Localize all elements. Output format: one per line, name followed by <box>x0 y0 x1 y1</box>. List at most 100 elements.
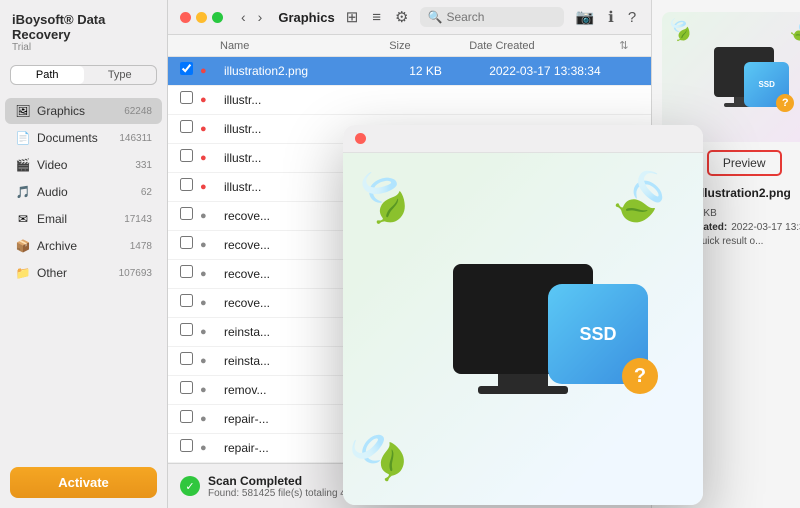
table-row[interactable]: ● illustration2.png 12 KB 2022-03-17 13:… <box>168 57 651 86</box>
sidebar-item-video[interactable]: 🎬 Video 331 <box>5 152 162 178</box>
col-name-header: Name <box>220 40 389 52</box>
file-checkbox-10[interactable] <box>180 352 200 370</box>
sidebar-item-label-audio: Audio <box>37 185 141 199</box>
file-type-icon: ● <box>200 65 220 77</box>
other-icon: 📁 <box>15 265 31 281</box>
file-checkbox-3[interactable] <box>180 149 200 167</box>
toolbar: ‹ › Graphics ⊞ ≡ ⚙ 🔍 📷 ℹ ? <box>168 0 651 35</box>
ssd-icon: SSD ? <box>548 284 648 384</box>
sidebar-activate: Activate <box>10 467 157 498</box>
popup-header <box>343 125 703 153</box>
app-title: iBoysoft® Data Recovery <box>12 12 155 42</box>
file-checkbox-0[interactable] <box>180 62 200 80</box>
col-size-header: Size <box>389 40 469 52</box>
sidebar-item-label-other: Other <box>37 266 119 280</box>
file-list-header: Name Size Date Created ⇅ <box>168 35 651 57</box>
file-checkbox-8[interactable] <box>180 294 200 312</box>
leaf-tr-icon: 🍃 <box>784 12 800 48</box>
sidebar-item-count-video: 331 <box>135 160 152 171</box>
file-checkbox-2[interactable] <box>180 120 200 138</box>
file-type-icon: ● <box>200 384 220 396</box>
grid-view-icon[interactable]: ⊞ <box>343 6 362 28</box>
back-button[interactable]: ‹ <box>237 7 250 27</box>
search-icon: 🔍 <box>428 10 443 24</box>
file-checkbox-5[interactable] <box>180 207 200 225</box>
file-name: illustr... <box>224 93 409 107</box>
file-checkbox-11[interactable] <box>180 381 200 399</box>
file-checkbox-13[interactable] <box>180 439 200 457</box>
sidebar-item-count-other: 107693 <box>119 268 152 279</box>
sidebar: iBoysoft® Data Recovery Trial Path Type … <box>0 0 168 508</box>
sidebar-item-documents[interactable]: 📄 Documents 146311 <box>5 125 162 151</box>
sidebar-item-label-video: Video <box>37 158 135 172</box>
sort-icon[interactable]: ⇅ <box>619 39 639 52</box>
file-checkbox-6[interactable] <box>180 236 200 254</box>
file-type-icon: ● <box>200 355 220 367</box>
leaf-tl-icon: 🍃 <box>663 12 700 48</box>
sidebar-item-label-graphics: Graphics <box>37 104 124 118</box>
maximize-icon[interactable] <box>212 12 223 23</box>
toolbar-title: Graphics <box>274 10 334 25</box>
file-date: 2022-03-17 13:38:34 <box>489 64 639 78</box>
date-value: 2022-03-17 13:38:34 <box>731 222 800 233</box>
preview-button[interactable]: Preview <box>707 150 782 176</box>
close-icon[interactable] <box>180 12 191 23</box>
sidebar-item-other[interactable]: 📁 Other 107693 <box>5 260 162 286</box>
search-input[interactable] <box>446 10 556 24</box>
sidebar-item-audio[interactable]: 🎵 Audio 62 <box>5 179 162 205</box>
leaf-topright-icon: 🍃 <box>600 156 683 238</box>
toolbar-icons: ⊞ ≡ ⚙ 🔍 📷 ℹ ? <box>343 6 639 28</box>
sidebar-item-count-archive: 1478 <box>130 241 152 252</box>
filter-icon[interactable]: ⚙ <box>392 6 411 28</box>
table-row[interactable]: ● illustr... <box>168 86 651 115</box>
traffic-lights <box>180 12 223 23</box>
preview-filename: illustration2.png <box>698 186 791 200</box>
archive-icon: 📦 <box>15 238 31 254</box>
sidebar-item-count-email: 17143 <box>124 214 152 225</box>
sidebar-item-count-graphics: 62248 <box>124 106 152 117</box>
mini-mac-illustration: SSD ? <box>714 47 774 107</box>
minimize-icon[interactable] <box>196 12 207 23</box>
search-box: 🔍 <box>420 7 565 27</box>
sidebar-item-archive[interactable]: 📦 Archive 1478 <box>5 233 162 259</box>
popup-overlay: 🍃 🍃 🍃 SSD ? <box>343 125 703 505</box>
sidebar-item-label-email: Email <box>37 212 124 226</box>
info-icon[interactable]: ℹ <box>605 6 617 28</box>
video-icon: 🎬 <box>15 157 31 173</box>
app-trial: Trial <box>12 42 155 53</box>
file-checkbox-9[interactable] <box>180 323 200 341</box>
sidebar-item-email[interactable]: ✉ Email 17143 <box>5 206 162 232</box>
list-view-icon[interactable]: ≡ <box>369 7 384 28</box>
sidebar-items: 🖼 Graphics 62248 📄 Documents 146311 🎬 Vi… <box>0 93 167 457</box>
file-type-icon: ● <box>200 413 220 425</box>
file-name: illustration2.png <box>224 64 409 78</box>
path-type-tabs: Path Type <box>10 65 157 85</box>
tab-path[interactable]: Path <box>11 66 84 84</box>
documents-icon: 📄 <box>15 130 31 146</box>
file-type-icon: ● <box>200 181 220 193</box>
audio-icon: 🎵 <box>15 184 31 200</box>
mini-ssd-icon: SSD ? <box>744 62 789 107</box>
file-checkbox-12[interactable] <box>180 410 200 428</box>
camera-icon[interactable]: 📷 <box>572 6 597 28</box>
help-icon[interactable]: ? <box>625 7 639 28</box>
file-type-icon: ● <box>200 297 220 309</box>
nav-arrows: ‹ › <box>237 7 266 27</box>
file-checkbox-1[interactable] <box>180 91 200 109</box>
sidebar-item-label-archive: Archive <box>37 239 130 253</box>
tab-type[interactable]: Type <box>84 66 157 84</box>
sidebar-item-graphics[interactable]: 🖼 Graphics 62248 <box>5 98 162 124</box>
activate-button[interactable]: Activate <box>10 467 157 498</box>
file-type-icon: ● <box>200 123 220 135</box>
popup-close-icon[interactable] <box>355 133 366 144</box>
leaf-bottomleft-icon: 🍃 <box>343 414 420 497</box>
file-checkbox-7[interactable] <box>180 265 200 283</box>
col-date-header: Date Created <box>469 40 619 52</box>
sidebar-item-count-documents: 146311 <box>119 133 152 144</box>
forward-button[interactable]: › <box>254 7 267 27</box>
preview-thumbnail: 🍃 🍃 SSD ? <box>662 12 800 142</box>
file-type-icon: ● <box>200 210 220 222</box>
file-checkbox-4[interactable] <box>180 178 200 196</box>
leaf-topleft-icon: 🍃 <box>343 156 426 238</box>
file-type-icon: ● <box>200 442 220 454</box>
